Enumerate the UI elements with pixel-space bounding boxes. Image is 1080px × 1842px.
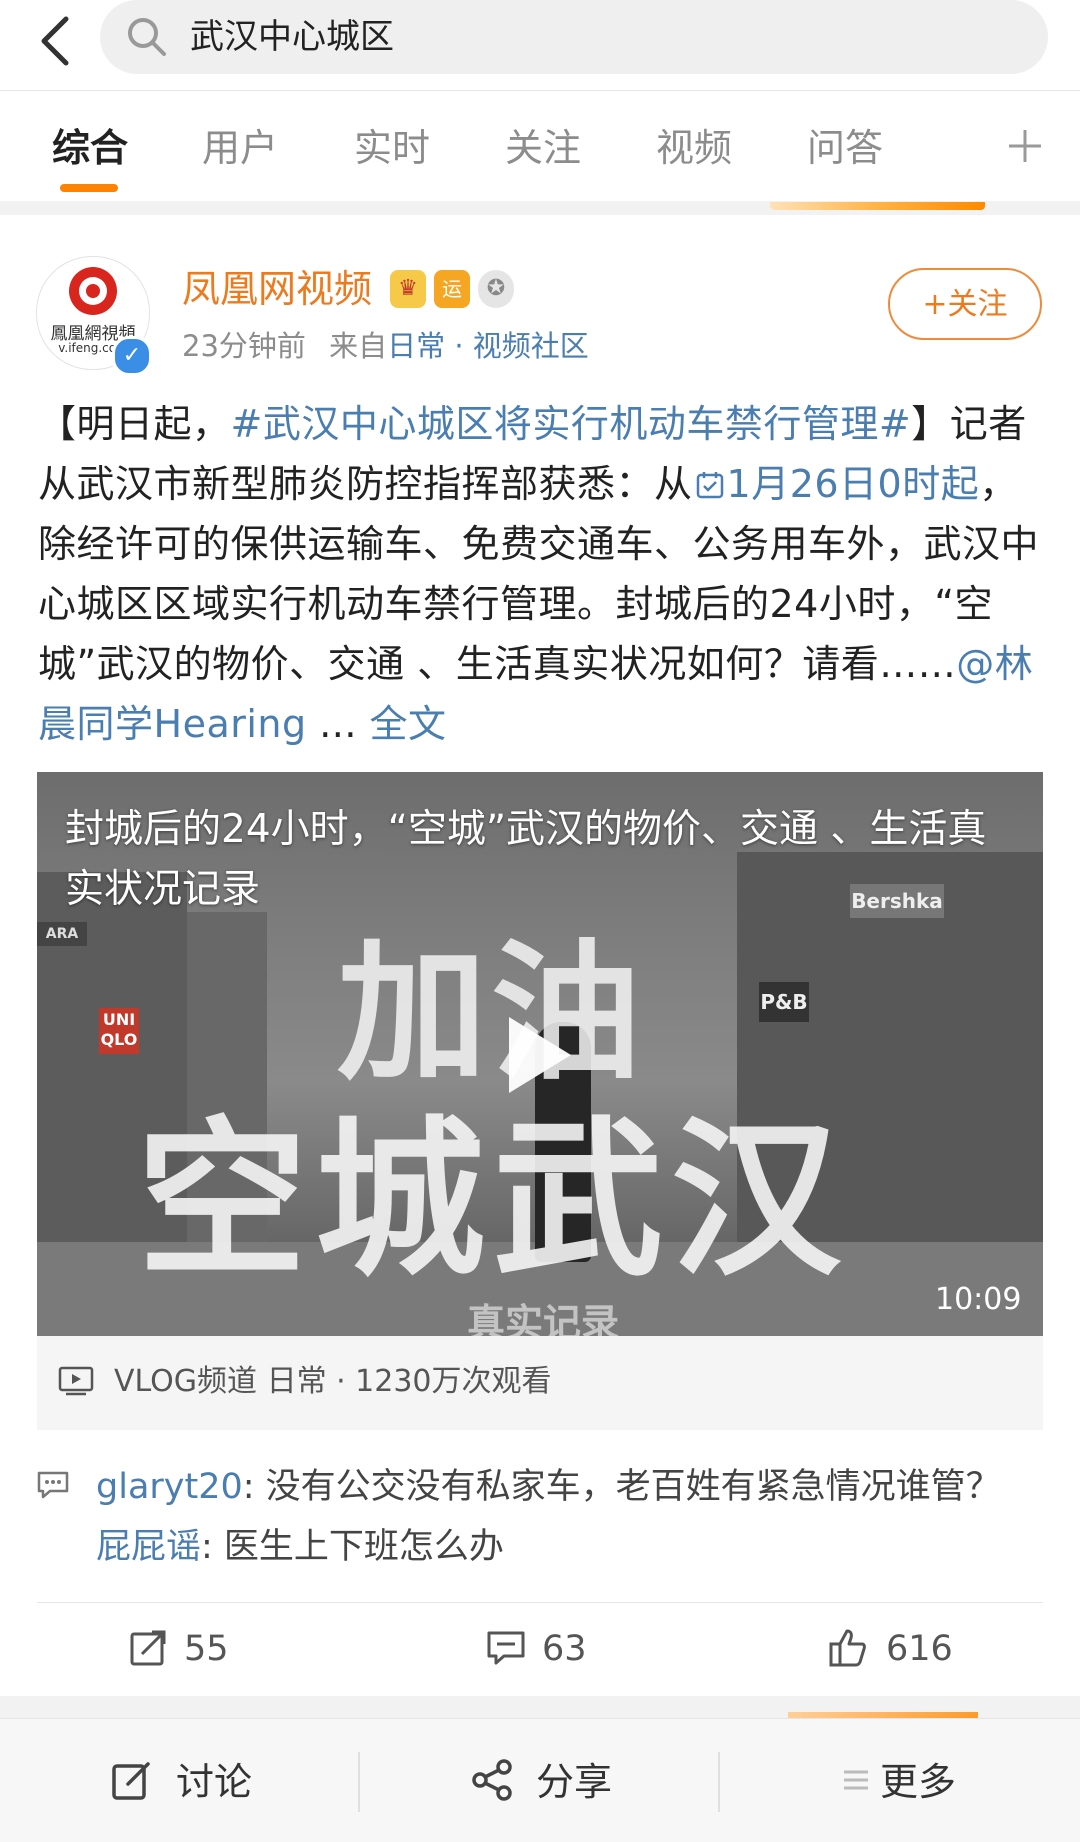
logo-core	[86, 284, 100, 298]
add-tab-button[interactable]	[1000, 116, 1050, 176]
menu-lines-icon[interactable]	[838, 1758, 882, 1802]
video-title: 封城后的24小时，“空城”武汉的物价、交通 、生活真实状况记录	[65, 807, 987, 912]
edit-icon[interactable]	[110, 1758, 154, 1802]
verified-badge-icon: ✓	[112, 336, 152, 376]
post-text-open: 【明日起，	[38, 402, 231, 446]
from-label: 来自	[329, 329, 388, 363]
repost-count[interactable]: 55	[184, 1624, 229, 1674]
discuss-button[interactable]: 讨论	[176, 1754, 252, 1810]
hashtag-link[interactable]: #武汉中心城区将实行机动车禁行管理#	[231, 402, 912, 446]
medal-badge-icon[interactable]: ✪	[478, 270, 514, 308]
comment-text: : 医生上下班怎么办	[201, 1527, 504, 1567]
calendar-icon	[696, 472, 723, 499]
comment-item[interactable]: glaryt20: 没有公交没有私家车，老百姓有紧急情况谁管？	[96, 1462, 1001, 1512]
comment-text: : 没有公交没有私家车，老百姓有紧急情况谁管？	[242, 1467, 1001, 1507]
toolbar-separator	[358, 1752, 360, 1812]
overlay-caption: 真实记录	[467, 1301, 620, 1336]
comment-item[interactable]: 屁屁谣: 医生上下班怎么办	[96, 1522, 504, 1572]
tab-video[interactable]: 视频	[656, 120, 732, 176]
username[interactable]: 凤凰网视频	[182, 262, 372, 316]
date-link-text: 1月26日0时起	[726, 462, 980, 506]
comment-author[interactable]: glaryt20	[96, 1467, 243, 1507]
comment-author[interactable]: 屁屁谣	[96, 1527, 201, 1567]
post-time: 23分钟前	[182, 329, 306, 363]
post-text-close: 】	[911, 402, 950, 446]
follow-button[interactable]: +关注	[888, 268, 1042, 340]
date-link[interactable]: 1月26日0时起	[693, 462, 980, 506]
video-info-text: VLOG频道 日常 · 1230万次观看	[114, 1364, 552, 1399]
peek-banner	[770, 202, 985, 210]
store-sign: UNI QLO	[99, 1008, 139, 1054]
post-meta: 23分钟前 来自日常 · 视频社区	[182, 326, 589, 366]
share-icon[interactable]	[470, 1758, 514, 1802]
comment-count[interactable]: 63	[542, 1624, 587, 1674]
search-query[interactable]: 武汉中心城区	[190, 10, 394, 64]
chevron-left-icon	[41, 16, 69, 66]
store-sign: P&B	[759, 982, 809, 1022]
back-button[interactable]	[28, 8, 80, 74]
store-sign: ARA	[37, 922, 87, 946]
overlay-title-bottom: 空城武汉	[137, 1102, 850, 1300]
share-button[interactable]: 分享	[536, 1754, 612, 1810]
video-channel-icon	[58, 1366, 94, 1396]
video-duration: 10:09	[935, 1282, 1022, 1317]
comment-icon[interactable]	[486, 1628, 526, 1668]
yun-badge-icon[interactable]: 运	[434, 270, 470, 308]
tab-realtime[interactable]: 实时	[354, 120, 430, 176]
post-source[interactable]: 日常 · 视频社区	[387, 329, 589, 363]
ellipsis: ...	[306, 702, 370, 746]
plus-icon	[1009, 130, 1041, 162]
tab-following[interactable]: 关注	[505, 120, 581, 176]
video-player[interactable]: UNI QLO Bershka P&B ARA 加油 空城武汉 封城后的24小时…	[37, 772, 1043, 1336]
like-icon[interactable]	[828, 1628, 868, 1668]
like-count[interactable]: 616	[886, 1624, 953, 1674]
action-divider	[37, 1602, 1043, 1603]
repost-icon[interactable]	[128, 1628, 168, 1668]
search-icon	[128, 18, 166, 56]
active-tab-indicator	[60, 184, 118, 192]
tab-qa[interactable]: 问答	[807, 120, 883, 176]
play-icon[interactable]	[509, 1017, 571, 1093]
toolbar-separator	[718, 1752, 720, 1812]
more-button[interactable]: 更多	[880, 1754, 956, 1810]
post-text: 【明日起，#武汉中心城区将实行机动车禁行管理#】记者从武汉市新型肺炎防控指挥部获…	[38, 394, 1048, 754]
crown-vip-icon[interactable]: ♛	[390, 270, 426, 308]
expand-full-text-link[interactable]: 全文	[370, 702, 447, 746]
comment-preview-icon	[37, 1471, 69, 1499]
tab-users[interactable]: 用户	[202, 120, 278, 176]
tab-all[interactable]: 综合	[52, 120, 128, 176]
